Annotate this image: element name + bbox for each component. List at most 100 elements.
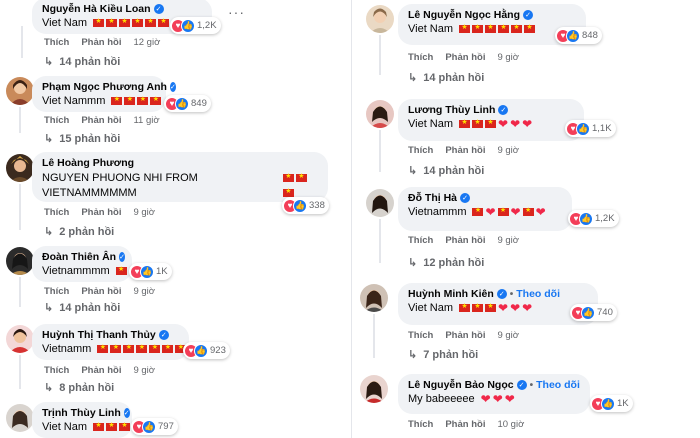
reply-button[interactable]: Phản hồi [445, 419, 485, 430]
commenter-name[interactable]: Nguyễn Hà Kiều Loan ✓ [42, 3, 202, 15]
reply-button[interactable]: Phản hồi [445, 52, 485, 63]
commenter-name[interactable]: Phạm Ngọc Phương Anh ✓ [42, 81, 176, 93]
like-button[interactable]: Thích [408, 419, 433, 430]
avatar[interactable] [360, 375, 388, 403]
reaction-summary[interactable]: ♥ 👍 740 [570, 304, 617, 321]
emoji-sequence: ❤ ❤ ❤ [471, 206, 546, 218]
commenter-name[interactable]: Lương Thùy Linh ✓ [408, 104, 574, 116]
thread-line [19, 277, 21, 307]
reaction-summary[interactable]: ♥ 👍 797 [131, 418, 178, 435]
thread-line [19, 355, 21, 389]
reaction-summary[interactable]: ♥ 👍 338 [282, 197, 329, 214]
timestamp[interactable]: 9 giờ [133, 365, 155, 376]
commenter-name[interactable]: Trịnh Thùy Linh ✓ [42, 407, 130, 419]
avatar[interactable] [366, 100, 394, 128]
reply-arrow-icon: ↳ [408, 349, 418, 361]
like-button[interactable]: Thích [44, 37, 69, 48]
avatar[interactable] [6, 77, 34, 105]
vietnam-flag-icon [115, 265, 127, 276]
red-heart-icon: ❤ [498, 301, 509, 316]
view-replies-link[interactable]: ↳ 14 phản hồi [44, 55, 120, 69]
view-replies-link[interactable]: ↳ 12 phản hồi [408, 256, 484, 270]
like-reaction-icon: 👍 [140, 264, 154, 279]
comment-actions: Thích Phản hồi 9 giờ [44, 286, 155, 297]
reaction-summary[interactable]: ♥ 👍 1,2K [170, 17, 221, 34]
vietnam-flag-icon [123, 343, 135, 354]
emoji-sequence [92, 421, 131, 433]
view-replies-link[interactable]: ↳ 2 phản hồi [44, 225, 114, 239]
timestamp[interactable]: 9 giờ [497, 330, 519, 341]
avatar[interactable] [360, 284, 388, 312]
timestamp[interactable]: 9 giờ [497, 52, 519, 63]
reply-arrow-icon: ↳ [44, 302, 54, 314]
timestamp[interactable]: 10 giờ [497, 419, 524, 430]
commenter-name[interactable]: Huỳnh Minh Kiên ✓ • Theo dõi [408, 288, 588, 300]
avatar[interactable] [366, 5, 394, 33]
commenter-name[interactable]: Huỳnh Thị Thanh Thủy ✓ [42, 329, 179, 341]
vietnam-flag-icon [149, 343, 161, 354]
verified-badge-icon: ✓ [158, 330, 169, 340]
timestamp[interactable]: 11 giờ [133, 115, 159, 126]
like-reaction-icon: 👍 [175, 96, 189, 111]
timestamp[interactable]: 12 giờ [133, 37, 160, 48]
like-reaction-icon: 👍 [194, 343, 208, 358]
reply-button[interactable]: Phản hồi [445, 235, 485, 246]
reaction-summary[interactable]: ♥ 👍 849 [164, 95, 211, 112]
commenter-name[interactable]: Đỗ Thị Hà ✓ [408, 192, 562, 204]
like-button[interactable]: Thích [408, 52, 433, 63]
reply-button[interactable]: Phản hồi [81, 207, 121, 218]
red-heart-icon: ❤ [480, 392, 491, 407]
like-button[interactable]: Thích [44, 286, 69, 297]
avatar[interactable] [6, 404, 34, 432]
more-options-icon[interactable]: ··· [228, 4, 245, 20]
comment-text: Vietnamm [42, 343, 187, 355]
comment-actions: Thích Phản hồi 9 giờ [44, 207, 155, 218]
reply-button[interactable]: Phản hồi [81, 286, 121, 297]
commenter-name[interactable]: Lê Nguyễn Bảo Ngọc ✓ • Theo dõi [408, 379, 580, 391]
view-replies-link[interactable]: ↳ 14 phản hồi [408, 71, 484, 85]
thread-line [19, 184, 21, 230]
like-button[interactable]: Thích [44, 365, 69, 376]
timestamp[interactable]: 9 giờ [497, 235, 519, 246]
view-replies-link[interactable]: ↳ 7 phản hồi [408, 348, 478, 362]
red-heart-icon: ❤ [535, 205, 546, 220]
timestamp[interactable]: 9 giờ [133, 207, 155, 218]
reaction-summary[interactable]: ♥ 👍 1K [590, 395, 633, 412]
vietnam-flag-icon [459, 118, 471, 129]
like-button[interactable]: Thích [408, 330, 433, 341]
reaction-summary[interactable]: ♥ 👍 1,1K [565, 120, 616, 137]
avatar[interactable] [6, 325, 34, 353]
view-replies-link[interactable]: ↳ 14 phản hồi [408, 164, 484, 178]
view-replies-link[interactable]: ↳ 15 phản hồi [44, 132, 120, 146]
timestamp[interactable]: 9 giờ [497, 145, 519, 156]
reply-button[interactable]: Phản hồi [81, 37, 121, 48]
reply-button[interactable]: Phản hồi [81, 365, 121, 376]
like-button[interactable]: Thích [44, 207, 69, 218]
thread-line [21, 26, 23, 58]
commenter-name[interactable]: Lê Hoàng Phương [42, 157, 318, 169]
reaction-summary[interactable]: ♥ 👍 923 [183, 342, 230, 359]
like-button[interactable]: Thích [44, 115, 69, 126]
like-button[interactable]: Thích [408, 235, 433, 246]
avatar[interactable] [6, 154, 34, 182]
reaction-summary[interactable]: ♥ 👍 1K [129, 263, 172, 280]
reply-button[interactable]: Phản hồi [445, 330, 485, 341]
like-reaction-icon: 👍 [293, 198, 307, 213]
view-replies-link[interactable]: ↳ 14 phản hồi [44, 301, 120, 315]
follow-button[interactable]: Theo dõi [516, 288, 560, 300]
timestamp[interactable]: 9 giờ [133, 286, 155, 297]
reply-button[interactable]: Phản hồi [81, 115, 121, 126]
follow-button[interactable]: Theo dõi [536, 379, 580, 391]
vietnam-flag-icon [132, 17, 144, 28]
avatar[interactable] [6, 247, 34, 275]
reaction-summary[interactable]: ♥ 👍 1,2K [568, 210, 619, 227]
like-button[interactable]: Thích [408, 145, 433, 156]
commenter-name[interactable]: Lê Nguyễn Ngọc Hằng ✓ [408, 9, 576, 21]
reaction-summary[interactable]: ♥ 👍 848 [555, 27, 602, 44]
reply-button[interactable]: Phản hồi [445, 145, 485, 156]
view-replies-link[interactable]: ↳ 8 phản hồi [44, 381, 114, 395]
commenter-name[interactable]: Đoàn Thiên Ân ✓ [42, 251, 125, 263]
vietnam-flag-icon [459, 302, 471, 313]
verified-badge-icon: ✓ [498, 105, 509, 115]
avatar[interactable] [366, 189, 394, 217]
